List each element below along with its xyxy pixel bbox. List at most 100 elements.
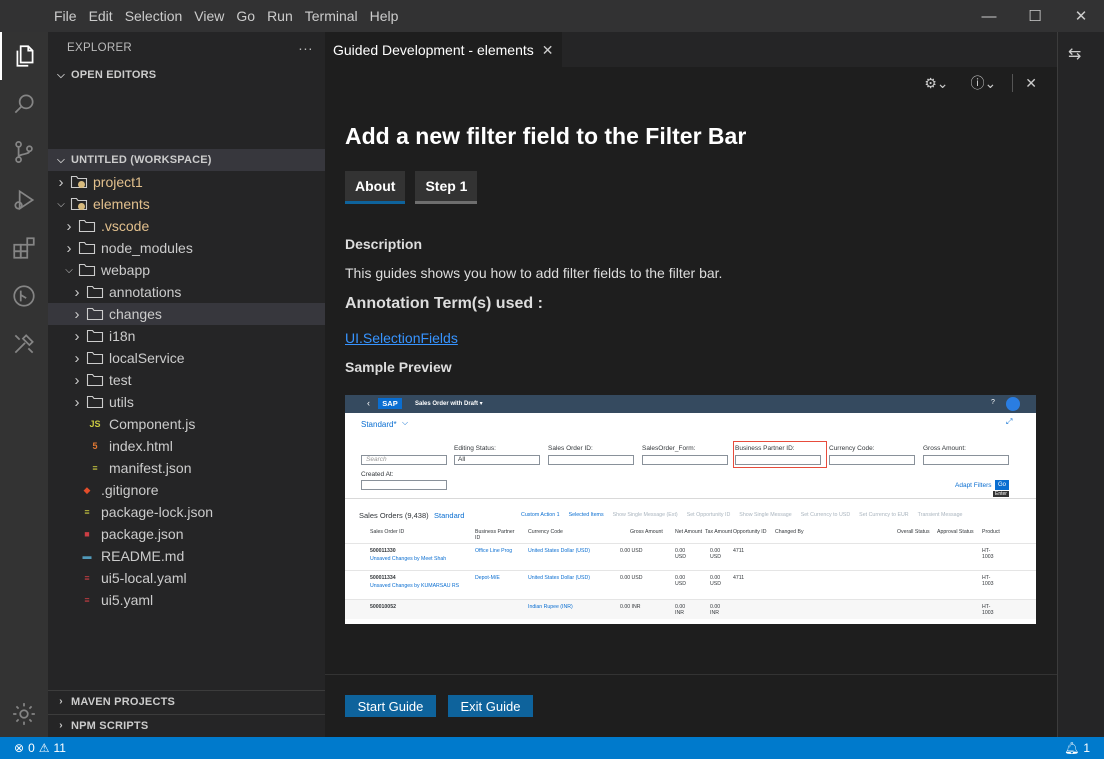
warning-icon[interactable]: ⚠: [39, 741, 50, 755]
tree-file[interactable]: ≡ manifest.json: [48, 457, 325, 479]
table-cell: 0.00 INR: [710, 604, 721, 616]
tree-file[interactable]: 5 index.html: [48, 435, 325, 457]
exit-guide-button[interactable]: Exit Guide: [448, 695, 533, 717]
chevron-down-icon: ⌵: [402, 418, 409, 427]
chevron-right-icon: ›: [58, 173, 64, 191]
info-icon[interactable]: ⓘ⌄: [971, 73, 997, 93]
tree-folder[interactable]: › project1: [48, 171, 325, 193]
outline-icon[interactable]: ⇆: [1068, 44, 1081, 64]
run-debug-icon[interactable]: [0, 176, 48, 224]
tree-file[interactable]: ≡ ui5.yaml: [48, 589, 325, 611]
close-icon[interactable]: ✕: [542, 42, 554, 59]
tree-folder[interactable]: › i18n: [48, 325, 325, 347]
menu-selection[interactable]: Selection: [119, 0, 189, 32]
guide-footer: Start Guide Exit Guide: [325, 674, 1057, 737]
maven-projects-section[interactable]: › MAVEN PROJECTS: [48, 690, 325, 712]
workspace-section[interactable]: ⌵ UNTITLED (WORKSPACE): [48, 149, 325, 171]
table-action: Custom Action 1: [521, 512, 560, 518]
table-cell: 4711: [733, 575, 745, 581]
search-placeholder: Search: [366, 456, 387, 463]
tree-file[interactable]: ≡ ui5-local.yaml: [48, 567, 325, 589]
settings-icon[interactable]: ⚙⌄: [924, 75, 948, 92]
chevron-down-icon: ⌵: [57, 198, 65, 210]
minimize-button[interactable]: —: [966, 0, 1012, 32]
activity-bar: [0, 32, 48, 737]
chevron-right-icon: ›: [66, 217, 72, 235]
close-icon[interactable]: ✕: [1025, 75, 1037, 92]
chevron-right-icon: ›: [59, 720, 63, 731]
tools-icon[interactable]: [0, 320, 48, 368]
table-cell: Office Line Prog: [475, 548, 513, 554]
search-icon[interactable]: [0, 80, 48, 128]
menu-help[interactable]: Help: [364, 0, 405, 32]
annotation-link[interactable]: UI.SelectionFields: [345, 330, 458, 346]
more-actions-icon[interactable]: ···: [298, 40, 313, 56]
npm-scripts-section[interactable]: › NPM SCRIPTS: [48, 714, 325, 736]
close-window-button[interactable]: ✕: [1058, 0, 1104, 32]
tree-label: README.md: [101, 548, 185, 564]
tree-file[interactable]: ≡ package-lock.json: [48, 501, 325, 523]
tab-step-1[interactable]: Step 1: [415, 171, 478, 204]
menu-terminal[interactable]: Terminal: [299, 0, 364, 32]
tree-folder[interactable]: › node_modules: [48, 237, 325, 259]
tree-folder[interactable]: ⌵ webapp: [48, 259, 325, 281]
tab-guided-development[interactable]: Guided Development - elements ✕: [325, 32, 562, 67]
table-actions: Custom Action 1 Selected Items Show Single…: [521, 512, 963, 518]
status-bar: ⊗ 0 ⚠ 11 🔔︎ 1: [0, 737, 1104, 759]
tree-folder[interactable]: › annotations: [48, 281, 325, 303]
table-cell: Indian Rupee (INR): [528, 604, 573, 610]
preview-editing-select: All: [454, 455, 540, 465]
warning-count[interactable]: 11: [54, 741, 66, 755]
menu-view[interactable]: View: [188, 0, 230, 32]
table-cell: United States Dollar (USD): [528, 548, 590, 554]
tree-file[interactable]: ■ package.json: [48, 523, 325, 545]
table-cell: Unsaved Changes by KUMARSAU RS: [370, 583, 460, 589]
chevron-right-icon: ›: [74, 349, 80, 367]
tree-file[interactable]: JS Component.js: [48, 413, 325, 435]
bell-icon[interactable]: 🔔︎: [1064, 741, 1079, 755]
menu-file[interactable]: File: [48, 0, 83, 32]
tree-label: package-lock.json: [101, 504, 214, 520]
preview-logo: SAP: [378, 398, 402, 409]
tree-folder[interactable]: › .vscode: [48, 215, 325, 237]
manage-gear-icon[interactable]: [0, 690, 48, 738]
tree-label: project1: [93, 174, 143, 190]
chevron-right-icon: ›: [74, 283, 80, 301]
tree-folder[interactable]: › changes: [48, 303, 325, 325]
tooltip: Enter: [993, 491, 1009, 497]
notification-count[interactable]: 1: [1083, 741, 1090, 755]
menu-go[interactable]: Go: [230, 0, 261, 32]
tree-folder[interactable]: › test: [48, 369, 325, 391]
tree-label: manifest.json: [109, 460, 192, 476]
table-cell: HT-1003: [982, 575, 994, 587]
menu-run[interactable]: Run: [261, 0, 299, 32]
expand-icon: ⤢: [1006, 417, 1013, 426]
maximize-button[interactable]: ☐: [1012, 0, 1058, 32]
source-control-icon[interactable]: [0, 128, 48, 176]
git-graph-icon[interactable]: [0, 272, 48, 320]
extensions-icon[interactable]: [0, 224, 48, 272]
start-guide-button[interactable]: Start Guide: [345, 695, 436, 717]
tree-file[interactable]: ◆ .gitignore: [48, 479, 325, 501]
error-count[interactable]: 0: [28, 741, 35, 755]
filter-label: SalesOrder_Form:: [642, 445, 696, 452]
tab-about[interactable]: About: [345, 171, 406, 204]
table-cell: HT-1003: [982, 604, 994, 616]
tree-folder[interactable]: › localService: [48, 347, 325, 369]
title-bar: File Edit Selection View Go Run Terminal…: [0, 0, 1104, 32]
error-icon[interactable]: ⊗: [14, 741, 24, 755]
tree-folder[interactable]: ⌵ elements: [48, 193, 325, 215]
chevron-down-icon: ⌵: [57, 154, 65, 166]
column-header: Opportunity ID: [733, 529, 767, 535]
open-editors-section[interactable]: ⌵ OPEN EDITORS: [48, 64, 325, 86]
tree-folder[interactable]: › utils: [48, 391, 325, 413]
filter-label: Gross Amount:: [923, 445, 966, 452]
folder-icon: [86, 350, 104, 366]
menu-edit[interactable]: Edit: [83, 0, 119, 32]
tree-label: ui5-local.yaml: [101, 570, 187, 586]
tree-file[interactable]: ▬ README.md: [48, 545, 325, 567]
folder-icon: [70, 196, 88, 212]
table-variant: Standard: [434, 511, 465, 520]
explorer-icon[interactable]: [0, 32, 48, 80]
table-cell: 0.00 USD: [675, 575, 686, 587]
